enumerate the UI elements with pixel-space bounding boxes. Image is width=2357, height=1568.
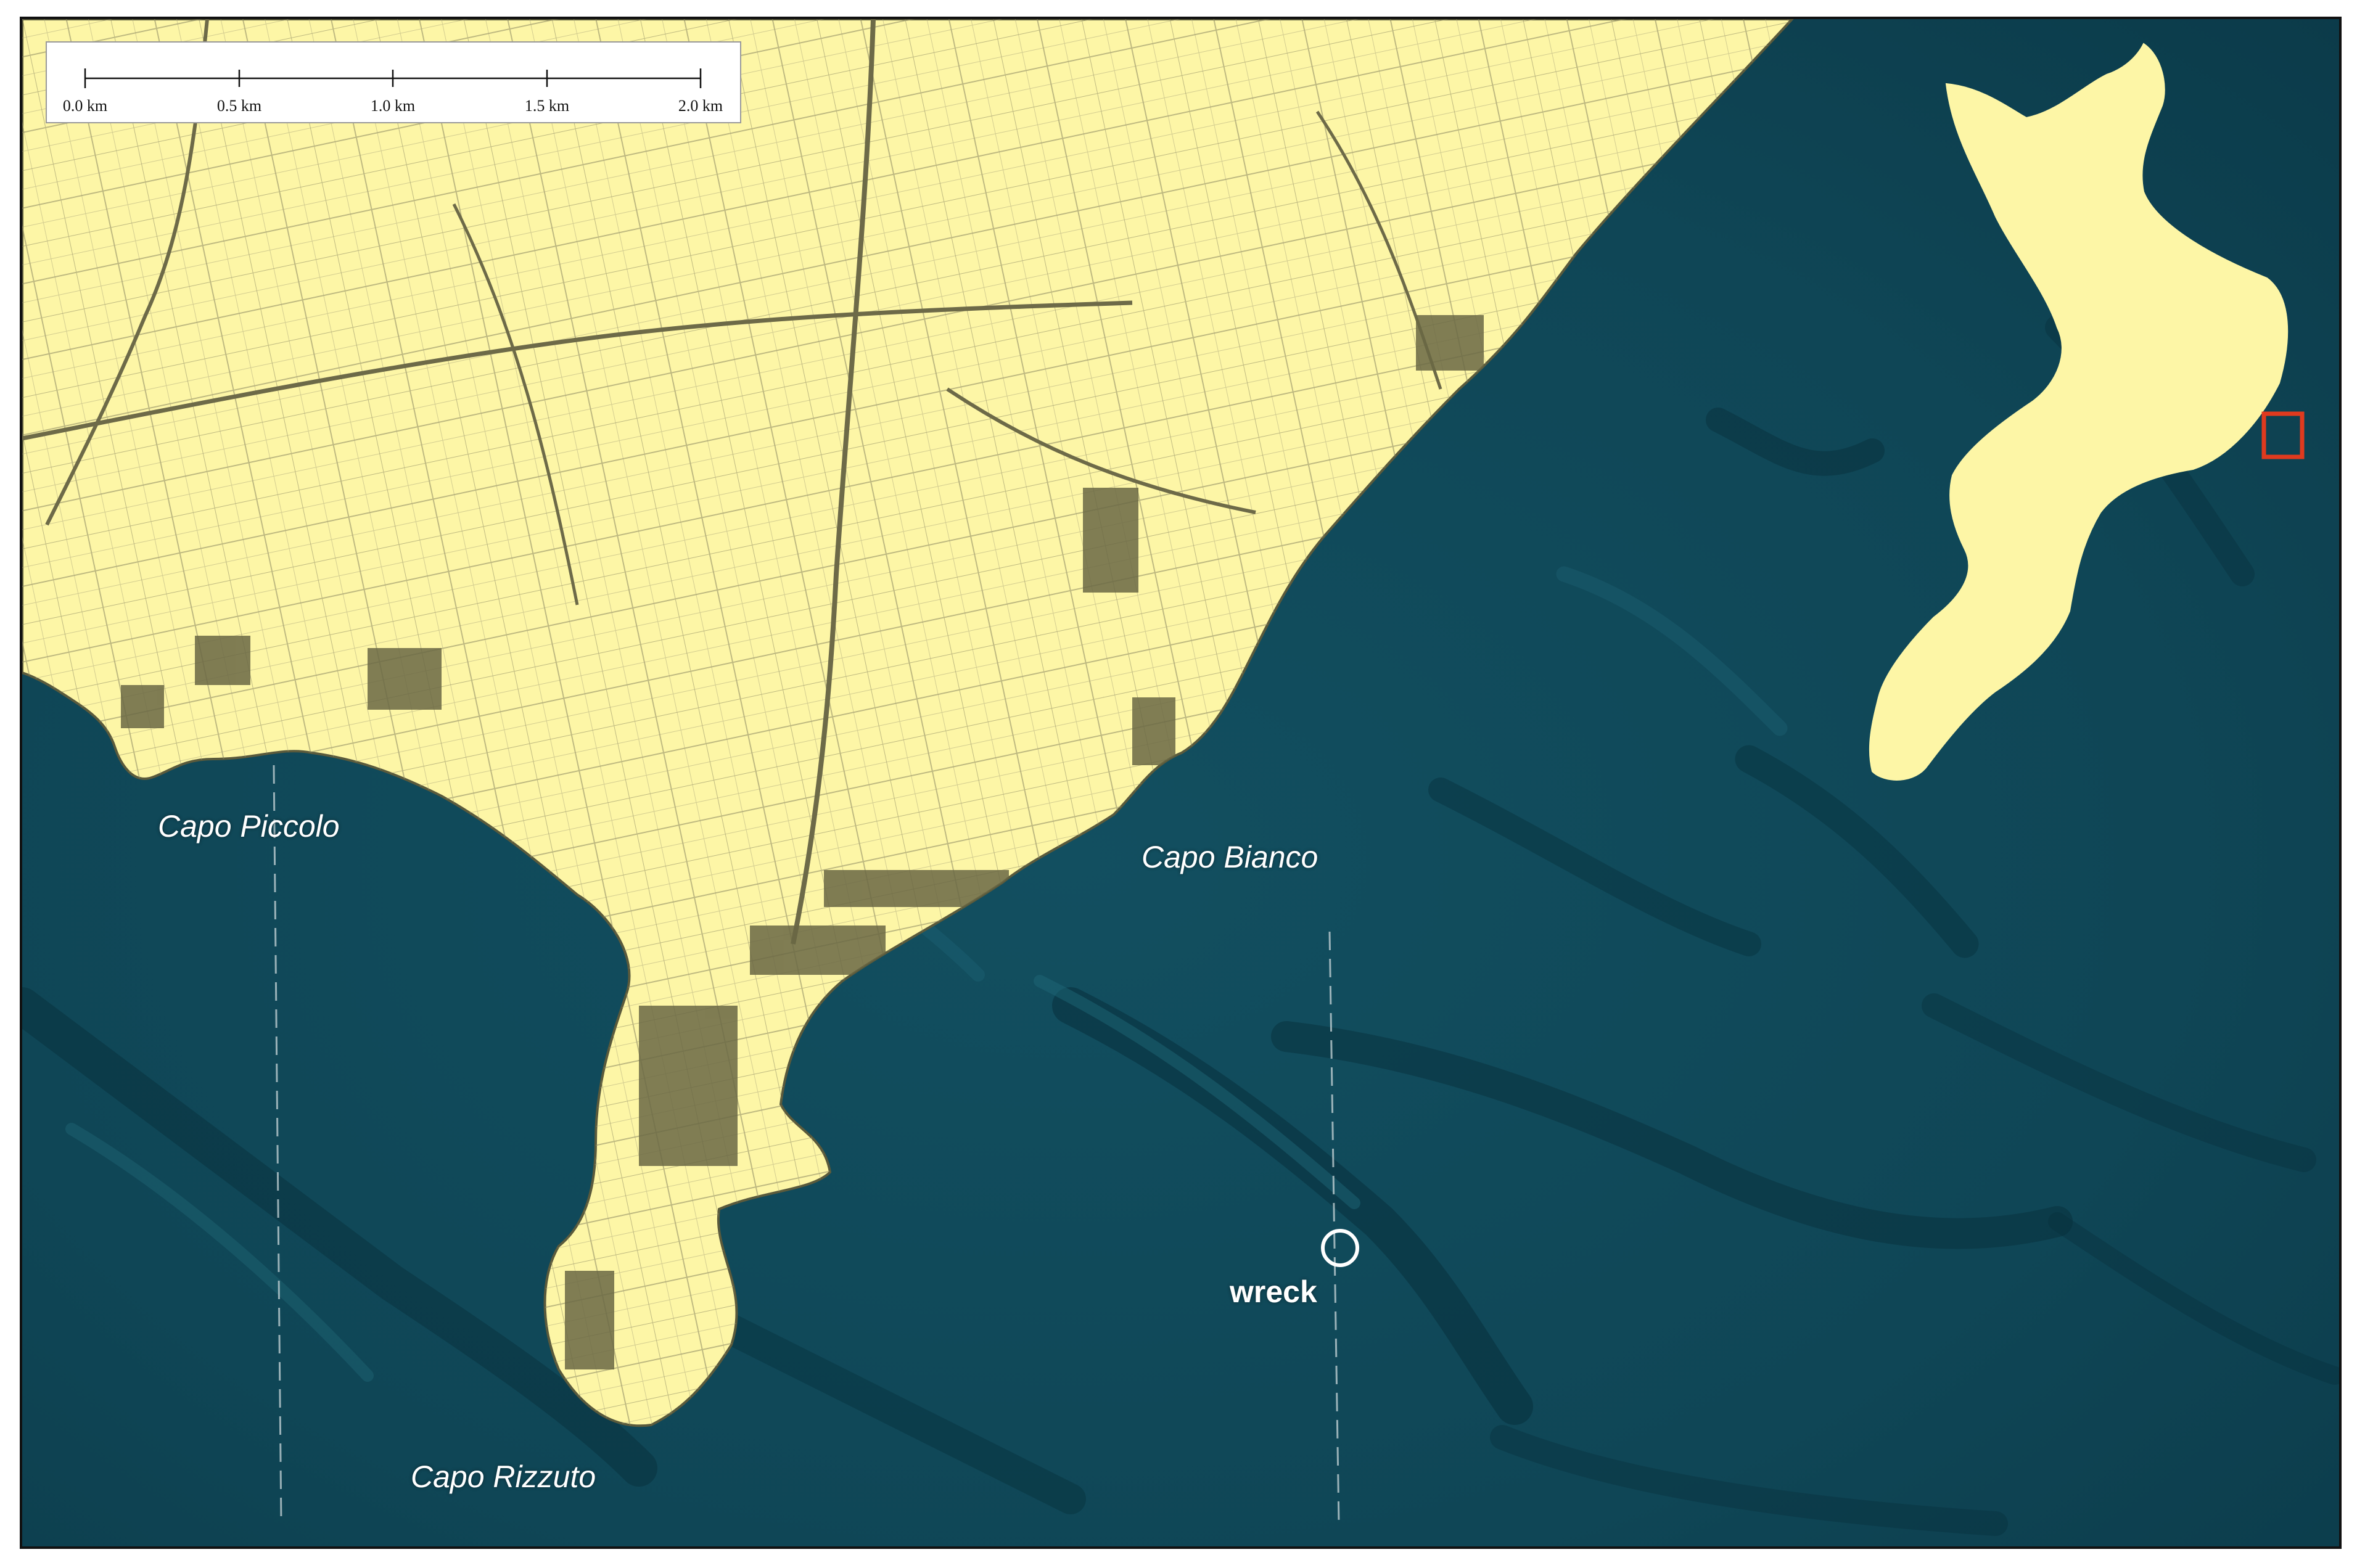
scale-bar: 0.0 km 0.5 km 1.0 km 1.5 km 2.0 km <box>46 41 741 123</box>
scale-tick-0: 0.0 km <box>62 97 108 115</box>
label-capo-rizzuto: Capo Rizzuto <box>411 1459 596 1494</box>
map-canvas[interactable] <box>22 19 2339 1546</box>
scale-tick-4: 2.0 km <box>678 97 723 115</box>
scale-tick-3: 1.5 km <box>524 97 570 115</box>
label-wreck: wreck <box>1230 1275 1317 1309</box>
map-frame: 0.0 km 0.5 km 1.0 km 1.5 km 2.0 km Capo … <box>20 17 2342 1549</box>
label-capo-piccolo: Capo Piccolo <box>158 809 340 844</box>
scale-tick-2: 1.0 km <box>370 97 416 115</box>
scale-tick-1: 0.5 km <box>216 97 262 115</box>
label-capo-bianco: Capo Bianco <box>1141 840 1318 874</box>
